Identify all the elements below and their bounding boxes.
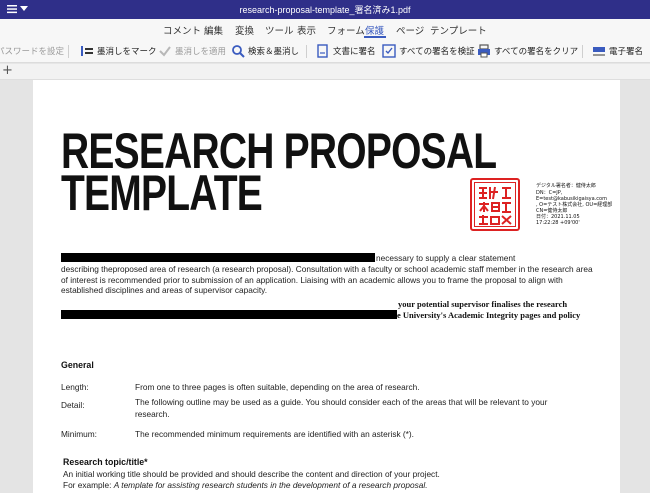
signature-info-line7: 17:22:28 +09'00' bbox=[536, 220, 580, 226]
sign-document-icon bbox=[317, 44, 328, 58]
e-signature-button[interactable]: 電子署名 bbox=[592, 43, 643, 59]
section-heading-general: General bbox=[61, 360, 94, 370]
apply-redaction-label: 墨消しを適用 bbox=[175, 47, 227, 57]
printer-clear-icon bbox=[478, 44, 490, 58]
window-title: research-proposal-template_署名済み1.pdf bbox=[239, 5, 411, 15]
tab-template[interactable]: テンプレート bbox=[430, 23, 487, 37]
research-topic-text: An initial working title should be provi… bbox=[63, 469, 583, 491]
mark-redaction-button[interactable]: 墨消しをマーク bbox=[80, 43, 157, 59]
redaction-box bbox=[61, 253, 375, 262]
e-signature-icon bbox=[593, 47, 605, 56]
seal-stamp bbox=[470, 178, 520, 231]
verify-signatures-label: すべての署名を検証 bbox=[399, 47, 475, 57]
intro-paragraph: describing theproposed area of research … bbox=[61, 264, 593, 295]
search-icon bbox=[232, 45, 245, 58]
protect-toolbar: パスワードを設定 墨消しをマーク 墨消しを適用 検索＆墨消し 文書に署名 すべて… bbox=[0, 39, 650, 63]
partial-line-2: e University's Academic Integrity pages … bbox=[397, 310, 581, 320]
partial-line-1: your potential supervisor finalises the … bbox=[398, 299, 568, 309]
checkmark-icon bbox=[159, 46, 171, 57]
tab-page[interactable]: ページ bbox=[396, 23, 424, 37]
tab-tools[interactable]: ツール bbox=[265, 23, 294, 37]
tab-view[interactable]: 表示 bbox=[297, 23, 316, 37]
tab-edit[interactable]: 編集 bbox=[204, 23, 223, 37]
signature-info-line1: デジタル署名者：健侍太郎 bbox=[536, 183, 596, 189]
active-tab-indicator bbox=[364, 36, 386, 38]
toolbar-divider bbox=[306, 45, 307, 58]
sign-document-label: 文書に署名 bbox=[333, 47, 376, 57]
e-signature-label: 電子署名 bbox=[609, 47, 644, 57]
row-label-detail: Detail: bbox=[61, 400, 85, 410]
example-prefix: For example: bbox=[63, 480, 114, 490]
intro-text-tail: necessary to supply a clear statement bbox=[376, 253, 516, 263]
mark-redaction-icon bbox=[81, 46, 93, 56]
research-topic-line1: An initial working title should be provi… bbox=[63, 469, 440, 479]
research-topic-line2: For example: A template for assisting re… bbox=[63, 480, 583, 491]
title-bar: research-proposal-template_署名済み1.pdf bbox=[0, 0, 650, 19]
mark-redaction-label: 墨消しをマーク bbox=[97, 47, 157, 57]
verify-signature-icon bbox=[382, 44, 396, 58]
apply-redaction-button[interactable]: 墨消しを適用 bbox=[158, 43, 226, 59]
document-tab-strip: + bbox=[0, 63, 650, 80]
clear-signatures-button[interactable]: すべての署名をクリア bbox=[477, 43, 578, 59]
set-password-button[interactable]: パスワードを設定 bbox=[0, 43, 64, 59]
toolbar-divider bbox=[582, 45, 583, 58]
search-redact-button[interactable]: 検索＆墨消し bbox=[231, 43, 299, 59]
menu-bar: コメント 編集 変換 ツール 表示 フォーム 保護 ページ テンプレート bbox=[0, 19, 650, 39]
search-redact-label: 検索＆墨消し bbox=[248, 47, 300, 57]
row-label-length: Length: bbox=[61, 382, 89, 392]
row-text-minimum: The recommended minimum requirements are… bbox=[135, 429, 414, 439]
clear-signatures-label: すべての署名をクリア bbox=[494, 47, 579, 57]
sign-document-button[interactable]: 文書に署名 bbox=[316, 43, 376, 59]
row-text-detail: The following outline may be used as a g… bbox=[135, 397, 548, 419]
pdf-page: RESEARCH PROPOSAL TEMPLATE デジタル署名者：健侍太郎 … bbox=[33, 80, 620, 493]
example-text: A template for assisting research studen… bbox=[113, 480, 428, 490]
new-tab-icon[interactable]: + bbox=[2, 63, 13, 78]
verify-signatures-button[interactable]: すべての署名を検証 bbox=[382, 43, 475, 59]
tab-comment[interactable]: コメント bbox=[163, 23, 201, 37]
toolbar-divider bbox=[68, 45, 69, 58]
seal-mark-icon bbox=[479, 186, 512, 225]
tab-form[interactable]: フォーム bbox=[327, 23, 365, 37]
redaction-box bbox=[61, 310, 397, 319]
tab-convert[interactable]: 変換 bbox=[235, 23, 254, 37]
row-text-length: From one to three pages is often suitabl… bbox=[135, 382, 420, 392]
row-label-minimum: Minimum: bbox=[61, 429, 97, 439]
document-title-line2: TEMPLATE bbox=[61, 165, 263, 221]
set-password-label: パスワードを設定 bbox=[0, 47, 65, 57]
tab-protect[interactable]: 保護 bbox=[365, 23, 384, 37]
section-heading-research-topic: Research topic/title* bbox=[63, 457, 148, 467]
